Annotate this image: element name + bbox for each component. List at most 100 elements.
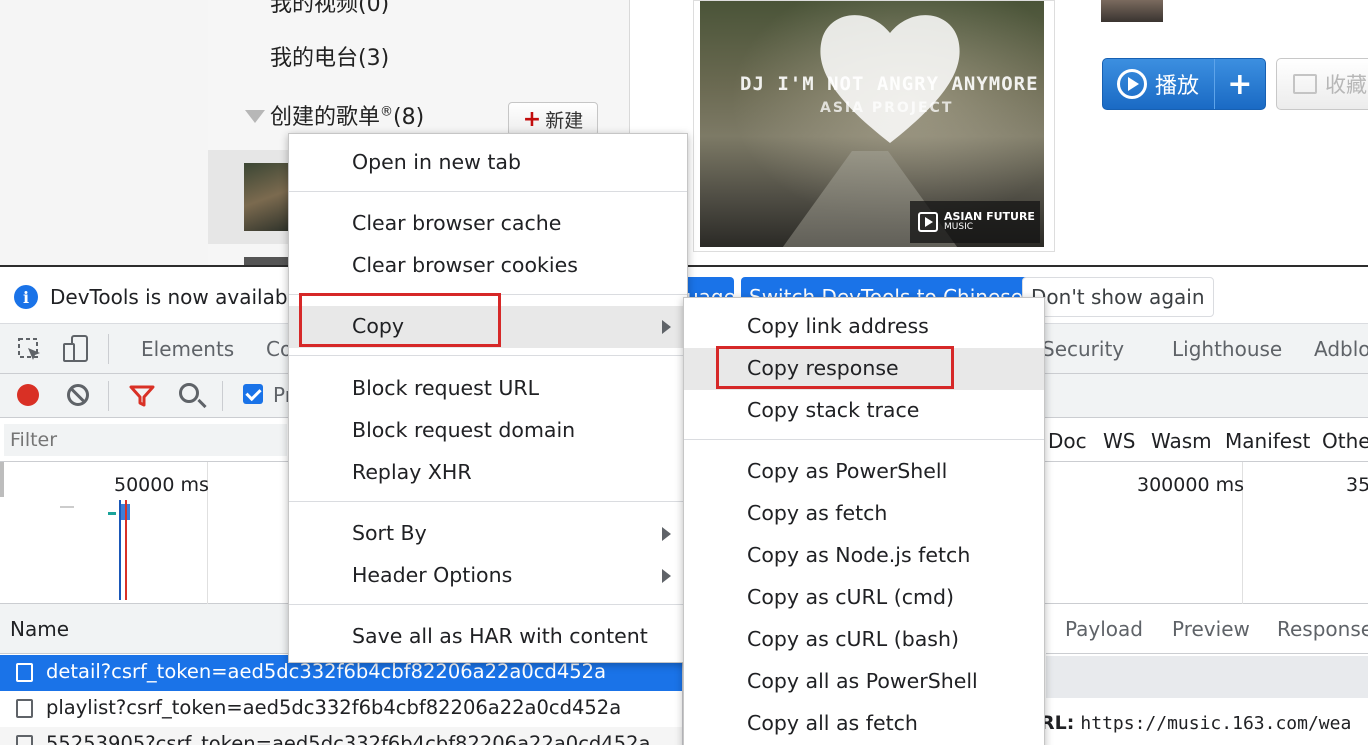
inspect-element-icon[interactable] [16,336,44,364]
menu-item-clear-cookies[interactable]: Clear browser cookies [289,245,687,287]
filter-type-ws[interactable]: WS [1103,429,1135,453]
request-url-row: RL: https://music.163.com/wea [1040,712,1351,734]
new-playlist-label: 新建 [545,109,584,132]
overview-scroll-handle[interactable] [0,462,4,497]
device-toggle-icon[interactable] [62,334,90,364]
sidebar-item-my-videos[interactable]: 我的视频(0) [270,0,389,18]
menu-item-label: Copy as PowerShell [747,459,948,483]
filter-type-manifest[interactable]: Manifest [1225,429,1310,453]
menu-item-label: Copy stack trace [747,398,920,422]
filter-type-doc[interactable]: Doc [1048,429,1087,453]
filter-input[interactable] [4,424,287,456]
menu-item-label: Copy response [747,356,899,380]
cover-brand-name: ASIAN FUTURE [944,210,1035,223]
menu-item-label: Copy as Node.js fetch [747,543,971,567]
menu-item-save-har[interactable]: Save all as HAR with content [289,616,687,658]
general-section-header[interactable] [1046,656,1368,698]
preserve-log-checkbox[interactable] [243,384,263,404]
menu-item-replay-xhr[interactable]: Replay XHR [289,452,687,494]
menu-item-label: Block request URL [352,376,540,400]
created-playlists-count: (8) [393,105,425,130]
submenu-arrow-icon [662,527,671,541]
request-name: 55253905?csrf_token=aed5dc332f6b4cbf8220… [46,732,651,745]
menu-divider [684,439,1044,440]
toolbar-divider [108,334,109,364]
context-menu: Open in new tab Clear browser cache Clea… [288,133,688,663]
cover-subtitle: ASIA PROJECT [820,100,954,116]
tab-security[interactable]: Security [1042,337,1124,361]
add-to-queue-button[interactable]: + [1213,59,1265,109]
request-type-icon [16,699,33,718]
menu-item-block-url[interactable]: Block request URL [289,368,687,410]
table-row[interactable]: 55253905?csrf_token=aed5dc332f6b4cbf8220… [0,727,683,745]
tab-response[interactable]: Response [1277,617,1368,641]
search-icon[interactable] [179,383,199,403]
collapse-triangle-icon[interactable] [245,110,265,123]
menu-item-sort-by[interactable]: Sort By [289,513,687,555]
dont-show-again-button[interactable]: Don't show again [1022,277,1214,317]
tab-elements[interactable]: Elements [141,337,234,361]
play-label: 播放 [1155,74,1200,99]
submenu-item-copy-response[interactable]: Copy response [684,348,1044,390]
filter-type-wasm[interactable]: Wasm [1151,429,1212,453]
submenu-item-copy-all-as-powershell[interactable]: Copy all as PowerShell [684,661,1044,703]
cover-title: DJ I'M NOT ANGRY ANYMORE [740,73,1039,95]
filter-icon[interactable] [129,384,155,408]
submenu-item-copy-as-fetch[interactable]: Copy as fetch [684,493,1044,535]
overview-bar [108,512,116,515]
menu-item-header-options[interactable]: Header Options [289,555,687,597]
infobar-message: DevTools is now available [50,285,306,309]
menu-divider [289,294,687,295]
sidebar-item-my-radio[interactable]: 我的电台(3) [270,40,389,72]
filter-type-other[interactable]: Othe [1322,429,1368,453]
request-type-icon [16,735,33,745]
submenu-item-copy-as-powershell[interactable]: Copy as PowerShell [684,451,1044,493]
toolbar-divider [108,381,109,411]
name-column-label: Name [10,617,70,641]
request-detail-tabs: Payload Preview Response [1046,604,1368,654]
submenu-item-copy-as-curl-bash[interactable]: Copy as cURL (bash) [684,619,1044,661]
menu-item-label: Copy as fetch [747,501,888,525]
sidebar-item-created-playlists[interactable]: 创建的歌单®(8) [270,99,424,131]
request-type-icon [16,663,33,682]
album-cover-frame: DJ I'M NOT ANGRY ANYMORE ASIA PROJECT AS… [693,0,1055,252]
submenu-item-copy-stack-trace[interactable]: Copy stack trace [684,390,1044,432]
submenu-item-copy-as-curl-cmd[interactable]: Copy as cURL (cmd) [684,577,1044,619]
tab-payload[interactable]: Payload [1065,617,1143,641]
tab-adblock[interactable]: Adblo [1314,337,1368,361]
menu-item-open-in-new-tab[interactable]: Open in new tab [289,142,687,184]
menu-item-label: Open in new tab [352,150,521,174]
menu-item-clear-cache[interactable]: Clear browser cache [289,203,687,245]
menu-item-label: Sort By [352,521,427,545]
menu-item-label: Save all as HAR with content [352,624,648,648]
menu-item-label: Copy all as PowerShell [747,669,978,693]
table-row[interactable]: playlist?csrf_token=aed5dc332f6b4cbf8220… [0,691,683,727]
record-icon[interactable] [17,384,39,406]
play-button[interactable]: 播放 [1103,59,1214,109]
submenu-item-copy-link-address[interactable]: Copy link address [684,306,1044,348]
tab-lighthouse[interactable]: Lighthouse [1172,337,1282,361]
tab-preview[interactable]: Preview [1172,617,1250,641]
menu-item-label: Replay XHR [352,460,472,484]
menu-item-label: Clear browser cache [352,211,562,235]
menu-item-copy[interactable]: Copy [289,306,687,348]
overview-tick-partial: 35 [1346,474,1368,496]
new-playlist-button[interactable]: + 新建 [508,102,598,136]
cover-brand-logo: ASIAN FUTURE MUSIC [910,201,1040,243]
avatar[interactable] [1101,0,1163,22]
menu-item-label: Clear browser cookies [352,253,578,277]
copy-submenu: Copy link address Copy response Copy sta… [683,297,1045,745]
menu-item-block-domain[interactable]: Block request domain [289,410,687,452]
request-name: playlist?csrf_token=aed5dc332f6b4cbf8220… [46,696,622,719]
dont-show-label: Don't show again [1031,285,1205,309]
submenu-arrow-icon [662,569,671,583]
toolbar-divider [222,381,223,411]
clear-icon[interactable] [67,384,89,406]
submenu-item-copy-all-as-fetch[interactable]: Copy all as fetch [684,703,1044,745]
page-left-margin [0,0,208,265]
favorite-button[interactable]: 收藏 [1276,58,1368,110]
menu-item-label: Block request domain [352,418,576,442]
album-cover-image: DJ I'M NOT ANGRY ANYMORE ASIA PROJECT AS… [700,1,1044,247]
request-url-label: RL: [1040,712,1075,734]
submenu-item-copy-as-nodejs-fetch[interactable]: Copy as Node.js fetch [684,535,1044,577]
